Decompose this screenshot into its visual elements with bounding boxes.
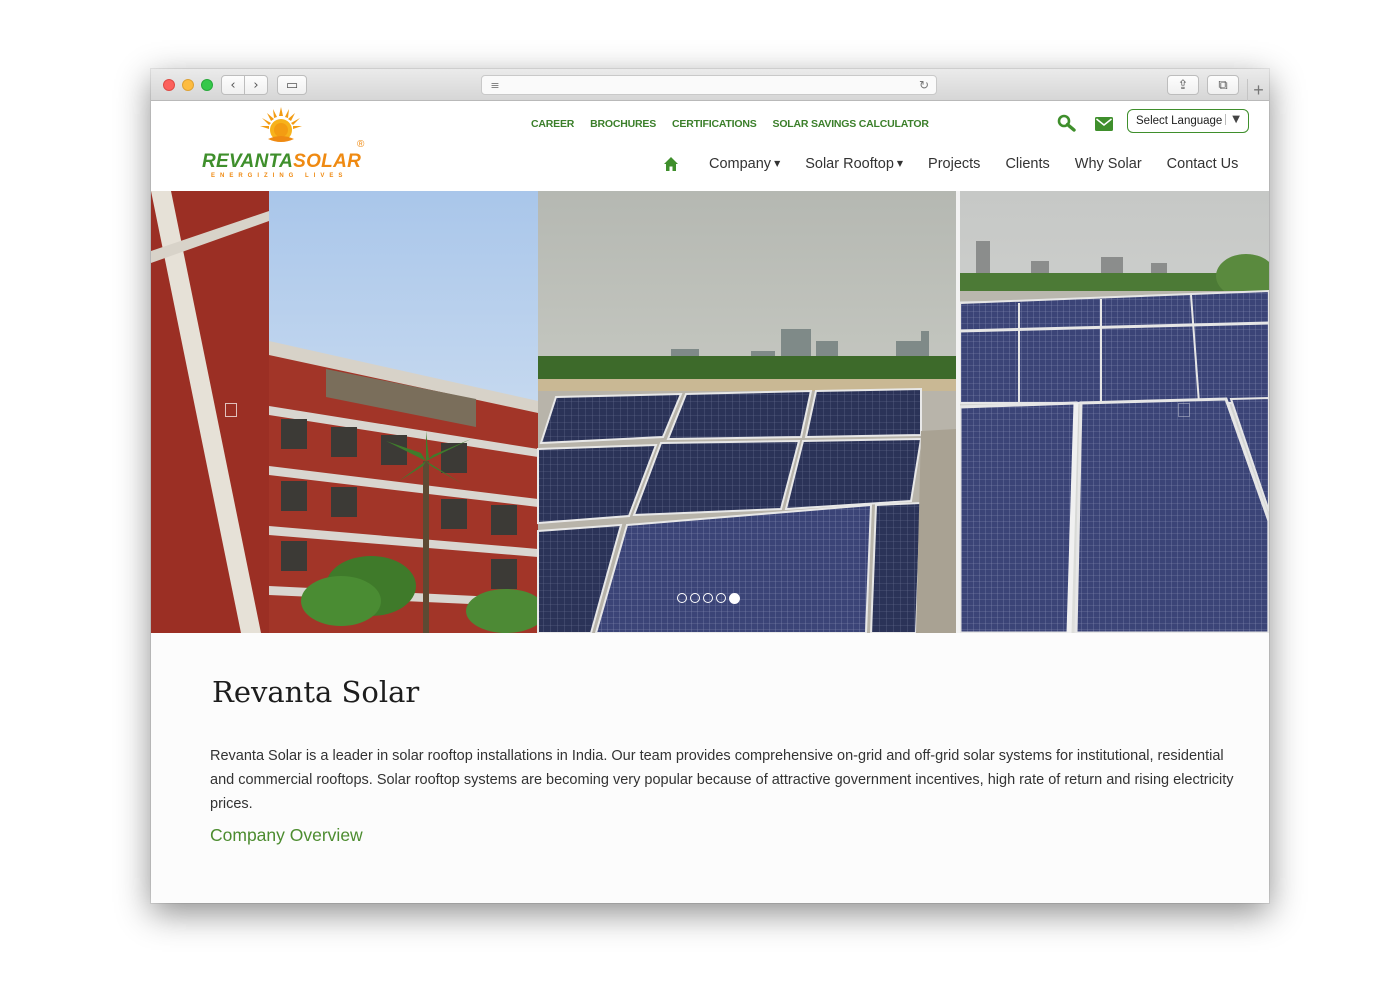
zoom-window-button[interactable]: [201, 79, 213, 91]
new-tab-button[interactable]: +: [1247, 79, 1269, 101]
nav-contact-us[interactable]: Contact Us: [1167, 156, 1239, 172]
back-button[interactable]: ‹: [221, 75, 245, 95]
career-link[interactable]: CAREER: [531, 118, 574, 132]
dropdown-arrow-icon: ▼: [1225, 114, 1240, 125]
hero-image: [151, 191, 1269, 633]
slide-dot-1[interactable]: [677, 593, 687, 603]
nav-clients[interactable]: Clients: [1005, 156, 1049, 172]
slide-panel-panels-closeup: [958, 191, 1269, 633]
intro-paragraph: Revanta Solar is a leader in solar rooft…: [210, 748, 1234, 812]
tabs-icon: ⧉: [1218, 77, 1228, 93]
next-slide-button[interactable]: [1178, 403, 1190, 417]
company-overview-link[interactable]: Company Overview: [210, 825, 363, 846]
close-window-button[interactable]: [163, 79, 175, 91]
page-title: Revanta Solar: [212, 675, 420, 709]
slide-panel-building: [151, 191, 546, 633]
reload-icon[interactable]: ↻: [916, 77, 932, 93]
nav-solar-rooftop-label: Solar Rooftop: [805, 156, 894, 172]
address-bar[interactable]: ≡ ↻: [481, 75, 937, 95]
reader-icon[interactable]: ≡: [488, 78, 502, 92]
logo-tagline: ENERGIZING LIVES: [211, 173, 348, 179]
home-icon[interactable]: [663, 156, 679, 172]
site-header: REVANTASOLAR ® ENERGIZING LIVES CAREER B…: [151, 101, 1269, 191]
forward-button[interactable]: ›: [244, 75, 268, 95]
registered-mark: ®: [357, 139, 365, 150]
search-icon[interactable]: [1057, 114, 1077, 134]
plus-icon: +: [1253, 79, 1264, 100]
browser-toolbar: ‹ › ▭ ≡ ↻ ⇪ ⧉ +: [151, 69, 1269, 101]
sidebar-toggle-button[interactable]: ▭: [277, 75, 307, 95]
nav-company-label: Company: [709, 156, 772, 172]
sidebar-icon: ▭: [285, 77, 299, 93]
certifications-link[interactable]: CERTIFICATIONS: [672, 118, 757, 132]
logo-wordmark: REVANTASOLAR: [202, 151, 362, 172]
minimize-window-button[interactable]: [182, 79, 194, 91]
intro-section: Revanta Solar Revanta Solar is a leader …: [151, 633, 1269, 903]
share-icon: ⇪: [1177, 77, 1189, 93]
utility-links: CAREER BROCHURES CERTIFICATIONS SOLAR SA…: [531, 118, 929, 132]
tab-overview-button[interactable]: ⧉: [1207, 75, 1239, 95]
slide-dot-5[interactable]: [729, 593, 740, 604]
hero-slider[interactable]: [151, 191, 1269, 633]
main-navigation: Company ▼ Solar Rooftop ▼ Projects Clients…: [663, 153, 1238, 175]
solar-savings-calculator-link[interactable]: SOLAR SAVINGS CALCULATOR: [773, 118, 929, 132]
nav-company[interactable]: Company ▼: [709, 156, 780, 172]
previous-slide-button[interactable]: [225, 403, 237, 417]
slide-dot-3[interactable]: [703, 593, 713, 603]
language-select-label: Select Language: [1136, 115, 1223, 127]
caret-down-icon: ▼: [896, 159, 904, 168]
slide-panel-rooftop-array: [537, 191, 956, 633]
sun-icon: [260, 107, 302, 142]
share-button[interactable]: ⇪: [1167, 75, 1199, 95]
nav-solar-rooftop[interactable]: Solar Rooftop ▼: [805, 156, 903, 172]
mail-icon[interactable]: [1095, 117, 1113, 131]
nav-projects[interactable]: Projects: [928, 156, 980, 172]
nav-why-solar[interactable]: Why Solar: [1075, 156, 1142, 172]
brochures-link[interactable]: BROCHURES: [590, 118, 656, 132]
slider-pagination: [677, 593, 740, 604]
language-select[interactable]: Select Language ▼: [1127, 109, 1249, 133]
chevron-left-icon: ‹: [230, 77, 236, 93]
chevron-right-icon: ›: [253, 77, 259, 93]
slide-dot-4[interactable]: [716, 593, 726, 603]
revanta-solar-logo[interactable]: REVANTASOLAR ® ENERGIZING LIVES: [201, 107, 371, 179]
browser-window: ‹ › ▭ ≡ ↻ ⇪ ⧉ + REVANTASOLAR ® ENERGIZIN…: [151, 69, 1269, 903]
slide-dot-2[interactable]: [690, 593, 700, 603]
caret-down-icon: ▼: [774, 159, 781, 168]
